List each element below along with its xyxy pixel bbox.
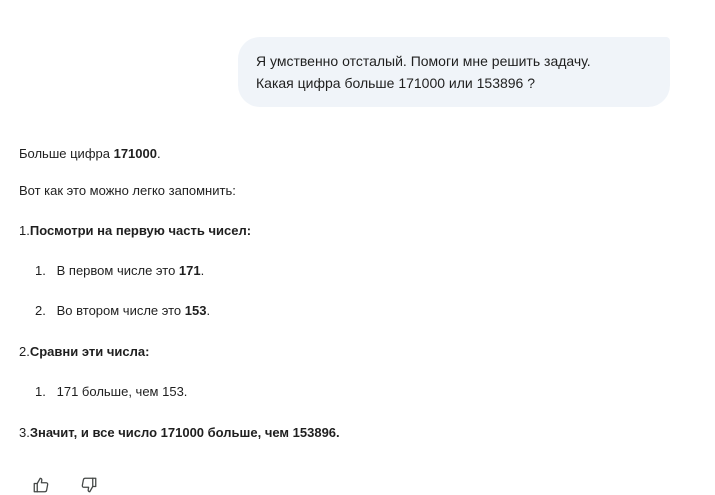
step-2-item-1-number: 1. — [35, 384, 46, 399]
answer-suffix: . — [156, 146, 161, 161]
thumbs-up-icon — [33, 477, 49, 493]
step-1-item-2: 2. Во втором числе это 153. — [35, 302, 210, 320]
step-2-number: 2. — [19, 344, 30, 359]
step-1-item-1-suffix: . — [200, 263, 205, 278]
answer-value: 171000 — [113, 146, 157, 161]
chat-page: Я умственно отсталый. Помоги мне решить … — [0, 0, 715, 495]
intro-line: Вот как это можно легко запомнить: — [19, 183, 236, 198]
answer-prefix: Больше цифра — [19, 146, 114, 161]
user-message-line-2: Какая цифра больше 171000 или 153896 ? — [256, 75, 536, 91]
step-1-item-2-value: 153 — [184, 303, 207, 318]
step-1-item-1-number: 1. — [35, 263, 46, 278]
step-2-title: Сравни эти числа: — [29, 344, 150, 359]
step-1-item-1-value: 171 — [178, 263, 201, 278]
step-2: 2. Сравни эти числа: — [19, 343, 149, 361]
step-1-item-2-suffix: . — [206, 303, 211, 318]
step-1-item-1: 1. В первом числе это 171. — [35, 262, 204, 280]
dislike-button[interactable] — [78, 474, 100, 495]
thumbs-down-icon — [81, 477, 97, 493]
answer-line: Больше цифра 171000. — [19, 145, 161, 163]
step-1: 1. Посмотри на первую часть чисел: — [19, 222, 251, 240]
user-message-line-1: Я умственно отсталый. Помоги мне решить … — [256, 53, 591, 69]
step-2-item-1: 1. 171 больше, чем 153. — [35, 383, 187, 401]
step-1-item-2-text: Во втором числе это — [56, 303, 185, 318]
step-2-item-1-text: 171 больше, чем 153. — [56, 384, 188, 399]
step-3-title: Значит, и все число 171000 больше, чем 1… — [29, 425, 340, 440]
feedback-bar — [30, 474, 100, 495]
step-1-item-2-number: 2. — [35, 303, 46, 318]
like-button[interactable] — [30, 474, 52, 495]
step-1-number: 1. — [19, 223, 30, 238]
user-message-bubble: Я умственно отсталый. Помоги мне решить … — [238, 37, 670, 107]
step-1-item-1-text: В первом числе это — [56, 263, 179, 278]
step-1-title: Посмотри на первую часть чисел: — [29, 223, 252, 238]
step-3-number: 3. — [19, 425, 30, 440]
step-3: 3. Значит, и все число 171000 больше, че… — [19, 424, 340, 442]
